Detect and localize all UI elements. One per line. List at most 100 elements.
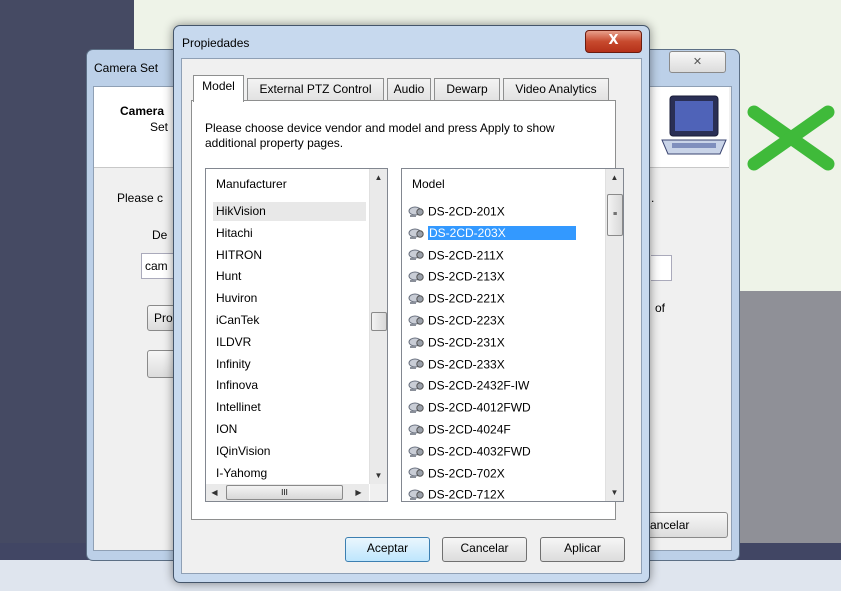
manufacturer-item[interactable]: IQinVision <box>216 442 270 461</box>
model-item-label: DS-2CD-203X <box>428 226 576 241</box>
hscroll-grip: III <box>281 488 288 497</box>
model-item-label: DS-2CD-2432F-IW <box>428 378 530 393</box>
manufacturer-header-label: Manufacturer <box>216 177 287 191</box>
tab-audio[interactable]: Audio <box>387 78 431 100</box>
camera-icon <box>408 205 426 219</box>
camera-setup-close-button[interactable]: ✕ <box>669 51 726 73</box>
model-item[interactable]: DS-2CD-712X <box>408 485 598 504</box>
tab-model[interactable]: Model <box>193 75 244 102</box>
apply-button[interactable]: Aplicar <box>540 537 625 562</box>
manufacturer-item[interactable]: HITRON <box>216 246 262 265</box>
camera-cancel-button[interactable]: ancelar <box>644 512 728 538</box>
scroll-corner <box>370 484 387 501</box>
model-vscrollbar[interactable]: ▲ ≡ ▼ <box>605 169 623 501</box>
dialog-close-button[interactable]: X <box>585 30 642 53</box>
manufacturer-item[interactable]: HikVision <box>213 202 366 221</box>
manufacturer-item[interactable]: I-Yahomg <box>216 464 267 483</box>
model-item-label: DS-2CD-233X <box>428 356 505 371</box>
accept-button[interactable]: Aceptar <box>345 537 430 562</box>
close-icon: X <box>608 33 619 48</box>
model-item-label: DS-2CD-712X <box>428 487 505 502</box>
camera-icon <box>408 379 426 393</box>
cancel-button[interactable]: Cancelar <box>442 537 527 562</box>
manufacturer-item[interactable]: Huviron <box>216 289 257 308</box>
camera-icon <box>408 357 426 371</box>
tab-dewarp[interactable]: Dewarp <box>434 78 500 100</box>
model-item[interactable]: DS-2CD-702X <box>408 464 598 483</box>
instructions-text: Please choose device vendor and model an… <box>205 121 555 150</box>
manufacturer-item[interactable]: Hitachi <box>216 224 253 243</box>
camera-right-text: of <box>655 301 666 315</box>
manufacturer-item[interactable]: Intellinet <box>216 398 261 417</box>
manufacturer-vscrollbar[interactable]: ▲ ▼ <box>369 169 387 484</box>
camera-please-text: Please c <box>117 191 164 205</box>
model-header-label: Model <box>412 177 445 191</box>
model-item[interactable]: DS-2CD-4012FWD <box>408 398 598 417</box>
camera-icon <box>408 423 426 437</box>
camera-icon <box>408 401 426 415</box>
camera-icon <box>408 270 426 284</box>
green-x-icon <box>747 105 835 171</box>
model-item[interactable]: DS-2CD-211X <box>408 246 598 265</box>
model-item-label: DS-2CD-702X <box>428 465 505 480</box>
model-item-label: DS-2CD-213X <box>428 269 505 284</box>
camera-right-input[interactable] <box>651 255 672 281</box>
model-item[interactable]: DS-2CD-233X <box>408 355 598 374</box>
camera-icon <box>408 292 426 306</box>
camera-device-label: De <box>152 228 168 242</box>
model-item[interactable]: DS-2CD-213X <box>408 267 598 286</box>
camera-icon <box>408 466 426 480</box>
model-header: Model <box>402 169 605 191</box>
camera-icon <box>408 445 426 459</box>
camera-setup-title: Camera Set <box>94 61 159 75</box>
model-item-label: DS-2CD-4024F <box>428 422 511 437</box>
camera-icon <box>408 336 426 350</box>
scroll-up-icon[interactable]: ▲ <box>370 169 387 186</box>
camera-icon <box>408 314 426 328</box>
model-item-label: DS-2CD-4032FWD <box>428 444 531 459</box>
manufacturer-item[interactable]: ION <box>216 420 237 439</box>
model-item[interactable]: DS-2CD-221X <box>408 289 598 308</box>
model-listbox[interactable]: Model DS-2CD-201X DS-2CD-203X DS-2CD-211X D… <box>401 168 624 502</box>
camera-right-dot-1: . <box>651 191 655 205</box>
model-item[interactable]: DS-2CD-2432F-IW <box>408 376 598 395</box>
camera-icon <box>408 227 426 241</box>
manufacturer-scroll-thumb[interactable] <box>371 312 387 331</box>
tab-video-analytics[interactable]: Video Analytics <box>503 78 609 100</box>
scroll-right-icon[interactable]: ▶ <box>350 484 367 501</box>
scroll-up-icon[interactable]: ▲ <box>606 169 623 186</box>
scroll-down-icon[interactable]: ▼ <box>370 467 387 484</box>
scroll-left-icon[interactable]: ◀ <box>206 484 223 501</box>
model-item-label: DS-2CD-221X <box>428 291 505 306</box>
manufacturer-listbox[interactable]: Manufacturer HikVision Hitachi HITRON Hunt H… <box>205 168 388 502</box>
manufacturer-hscrollbar[interactable]: ◀ III ▶ <box>206 484 369 501</box>
model-item[interactable]: DS-2CD-4032FWD <box>408 442 598 461</box>
manufacturer-item[interactable]: Hunt <box>216 267 241 286</box>
camera-header-title: Camera <box>120 104 165 118</box>
manufacturer-header: Manufacturer <box>206 169 369 191</box>
scroll-down-icon[interactable]: ▼ <box>606 484 623 501</box>
camera-icon <box>408 248 426 262</box>
model-item[interactable]: DS-2CD-203X <box>408 224 598 243</box>
tab-external-ptz-control[interactable]: External PTZ Control <box>247 78 384 100</box>
model-scroll-thumb[interactable]: ≡ <box>607 194 623 236</box>
dialog-title: Propiedades <box>182 36 250 50</box>
manufacturer-item[interactable]: Infinity <box>216 355 251 374</box>
model-item[interactable]: DS-2CD-201X <box>408 202 598 221</box>
model-item[interactable]: DS-2CD-4024F <box>408 420 598 439</box>
manufacturer-item[interactable]: ILDVR <box>216 333 251 352</box>
manufacturer-item[interactable]: Infinova <box>216 376 258 395</box>
model-item-label: DS-2CD-211X <box>428 247 504 262</box>
background-panel <box>728 291 841 543</box>
model-item-label: DS-2CD-201X <box>428 204 505 219</box>
camera-name-input-value: cam <box>145 259 168 273</box>
laptop-icon <box>661 95 727 155</box>
model-item-label: DS-2CD-231X <box>428 335 505 350</box>
manufacturer-hscroll-thumb[interactable]: III <box>226 485 343 500</box>
model-item-label: DS-2CD-4012FWD <box>428 400 531 415</box>
manufacturer-item[interactable]: iCanTek <box>216 311 259 330</box>
model-item[interactable]: DS-2CD-231X <box>408 333 598 352</box>
camera-header-subtitle: Set <box>150 120 169 134</box>
model-item[interactable]: DS-2CD-223X <box>408 311 598 330</box>
model-item-label: DS-2CD-223X <box>428 313 505 328</box>
